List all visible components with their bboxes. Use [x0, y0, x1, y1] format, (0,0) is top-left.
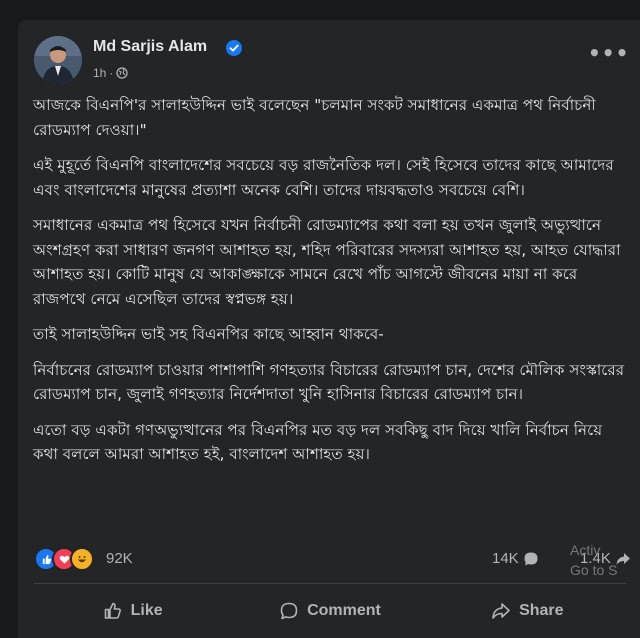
comment-count-group[interactable]: 14K	[492, 550, 539, 567]
reaction-icons[interactable]	[34, 547, 94, 571]
post-paragraph: তাই সালাহউদ্দিন ভাই সহ বিএনপির কাছে আহ্ব…	[33, 325, 384, 343]
like-button[interactable]: Like	[34, 592, 231, 630]
more-options-button[interactable]: •••	[588, 43, 629, 63]
post-paragraph: এই মুহূর্তে বিএনপি বাংলাদেশের সবচেয়ে বড…	[33, 156, 614, 199]
comment-count: 14K	[492, 550, 519, 567]
post-paragraph: সমাধানের একমাত্র পথ হিসেবে যখন নির্বাচনী…	[33, 216, 621, 308]
comment-bubble-icon	[524, 552, 538, 565]
post-time[interactable]: 1h	[93, 66, 106, 80]
watermark-line: Activ	[570, 542, 601, 558]
post-paragraph: নির্বাচনের রোডম্যাপ চাওয়ার পাশাপাশি গণহ…	[33, 360, 625, 404]
comment-label: Comment	[307, 602, 381, 619]
avatar-photo	[34, 36, 82, 84]
post-paragraph: আজকে বিএনপি'র সালাহউদ্দিন ভাই বলেছেন "চল…	[33, 96, 596, 139]
meta-separator: ·	[109, 66, 114, 80]
author-name[interactable]: Md Sarjis Alam	[93, 38, 207, 56]
share-icon	[492, 603, 510, 619]
post-stats: 92K 14K 1.4K	[34, 547, 634, 571]
activate-windows-watermark: Activ Go to S	[570, 540, 617, 580]
share-label: Share	[519, 602, 564, 619]
reaction-count[interactable]: 92K	[106, 550, 133, 567]
watermark-line: Go to S	[570, 562, 618, 578]
like-label: Like	[130, 602, 163, 619]
post-card: Md Sarjis Alam 1h · ••• আজকে বিএনপি'র সা…	[18, 20, 640, 638]
comment-button[interactable]: Comment	[231, 592, 428, 630]
post-paragraph: এতো বড় একটা গণঅভ্যুত্থানের পর বিএনপির ম…	[33, 420, 603, 464]
post-meta: 1h ·	[93, 66, 129, 80]
share-button[interactable]: Share	[429, 592, 626, 630]
author-avatar[interactable]	[34, 36, 82, 84]
post-actions: Like Comment Share	[34, 592, 626, 630]
post-body: আজকে বিএনপি'র সালাহউদ্দিন ভাই বলেছেন "চল…	[33, 93, 628, 478]
public-globe-icon[interactable]	[116, 67, 129, 79]
verified-badge-icon	[226, 40, 242, 56]
like-thumb-icon	[104, 602, 121, 619]
comment-icon	[280, 602, 298, 620]
haha-reaction-icon	[70, 547, 94, 571]
actions-divider	[34, 583, 626, 584]
